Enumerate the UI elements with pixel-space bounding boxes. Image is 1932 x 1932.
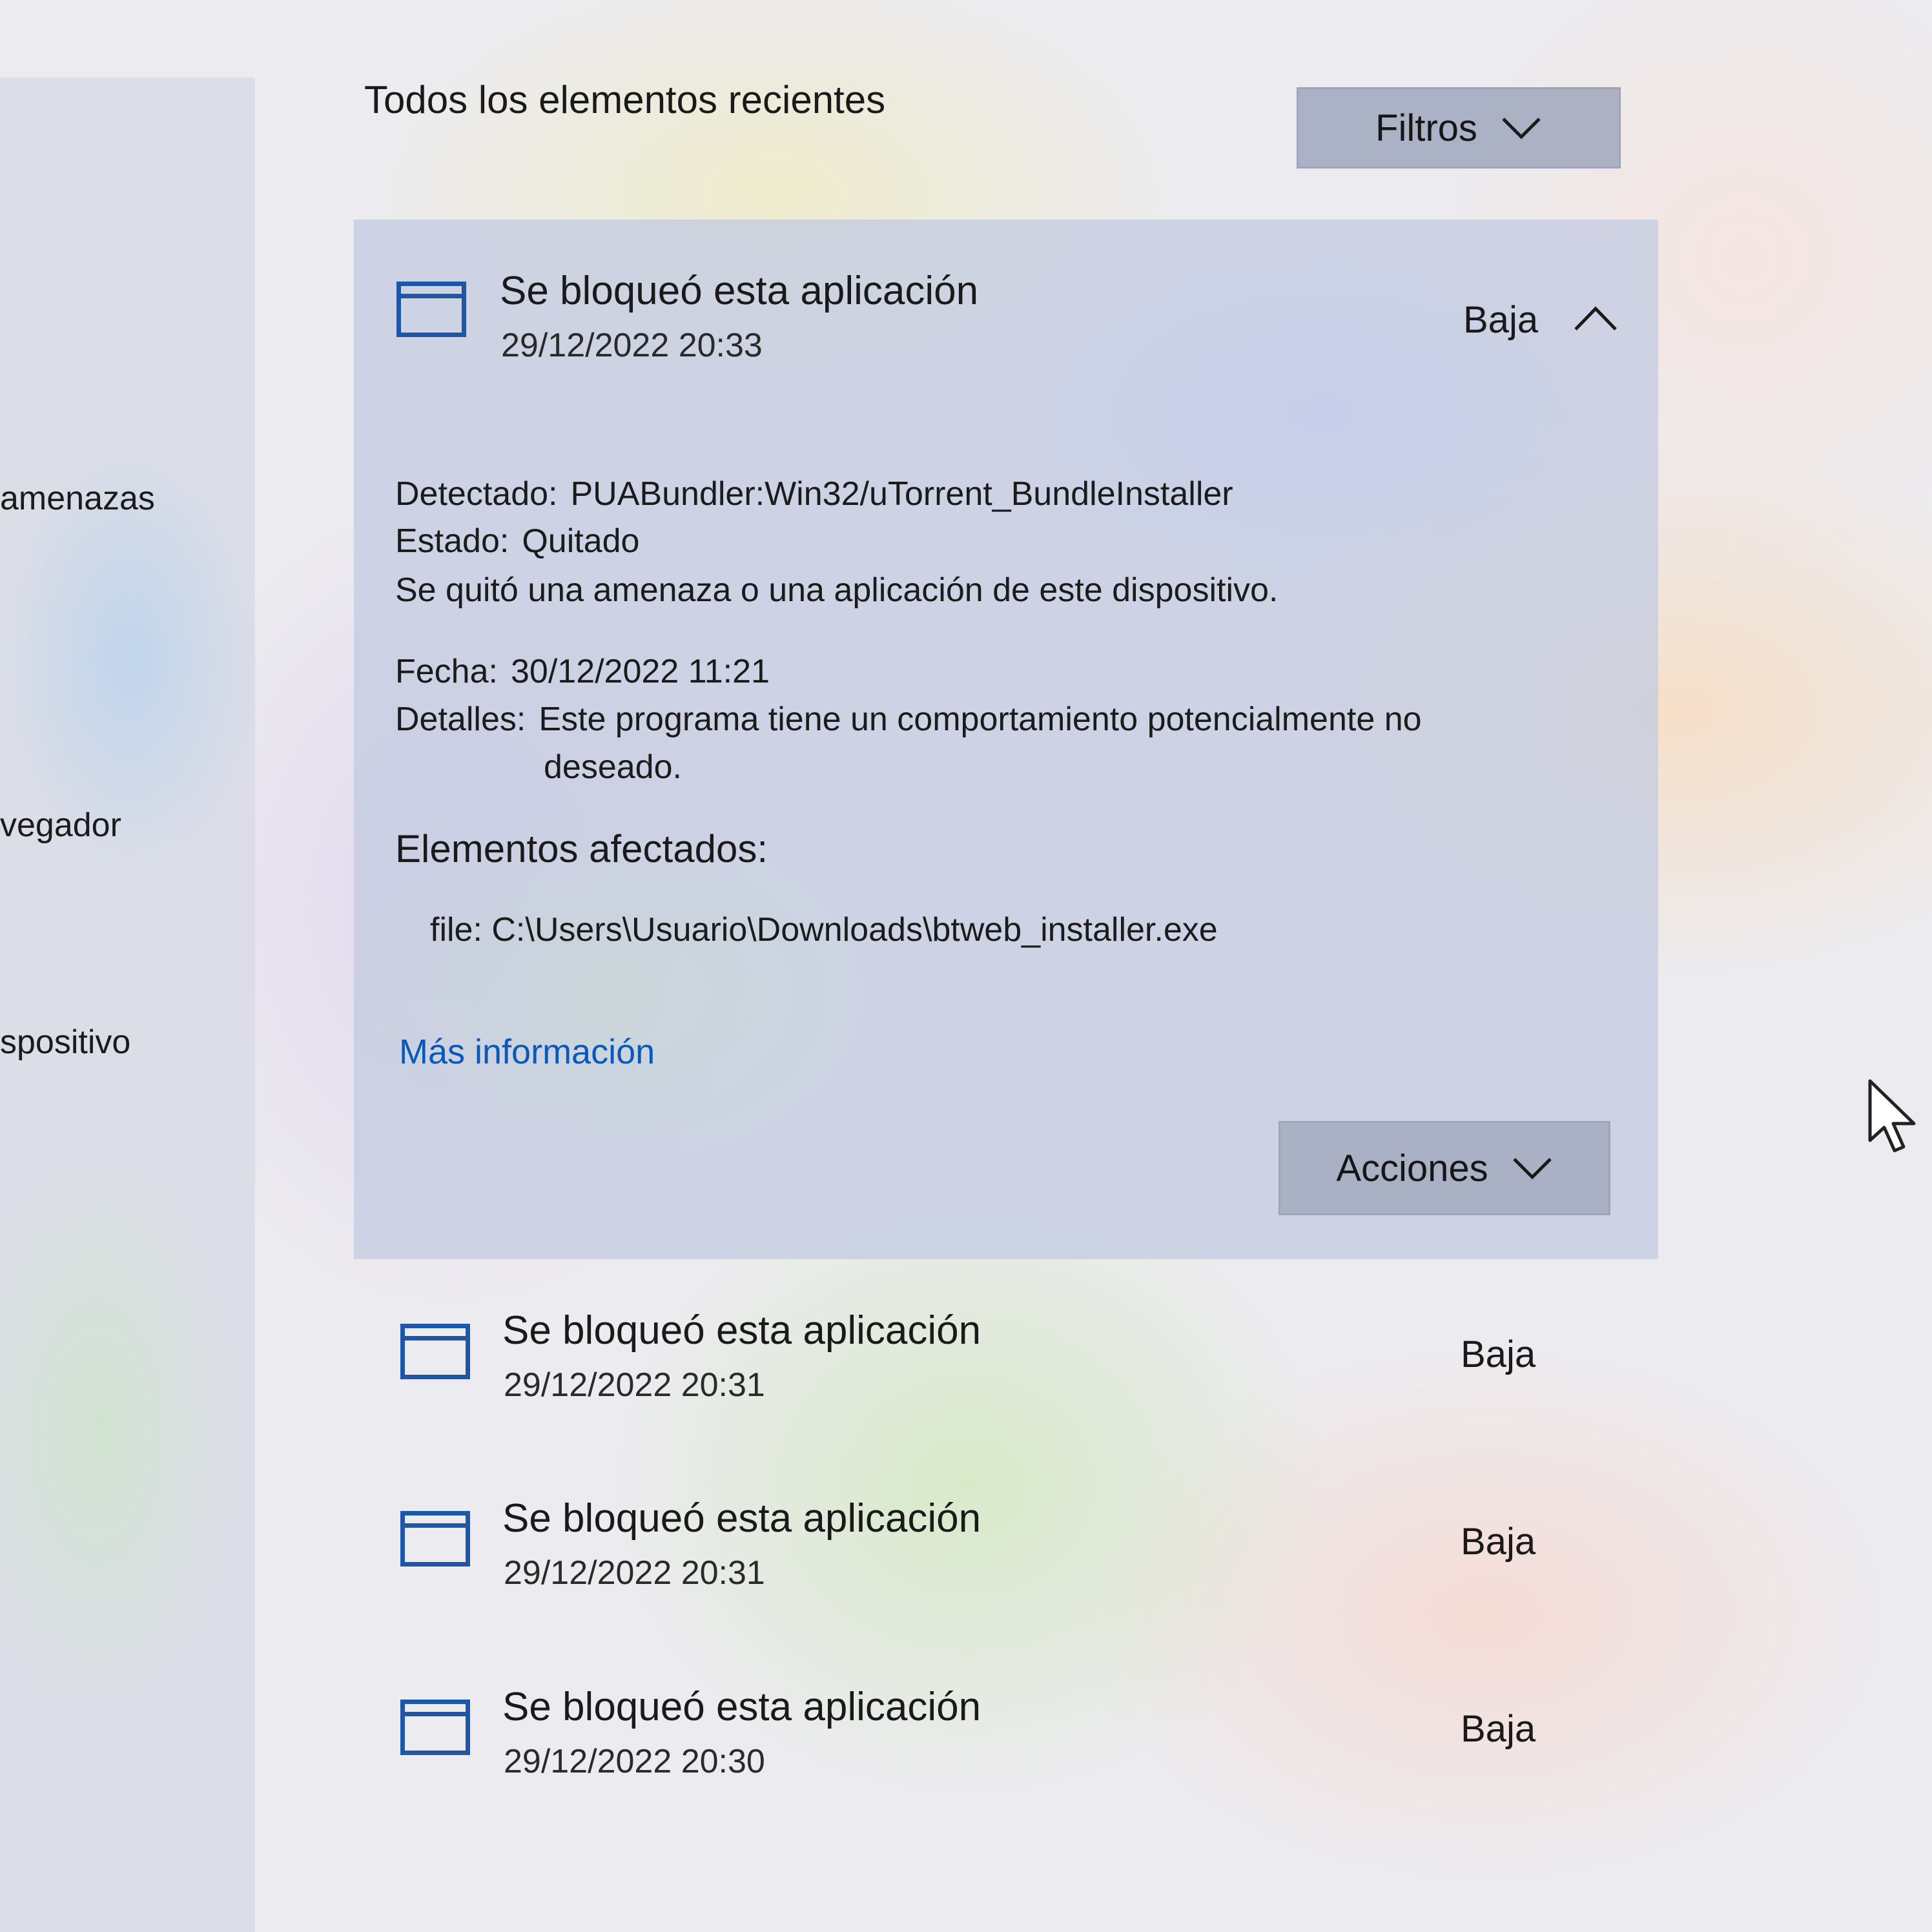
mouse-pointer-icon: [1868, 1079, 1916, 1153]
affected-items-title: Elementos afectados:: [395, 827, 768, 870]
date-value: 30/12/2022 11:21: [510, 653, 770, 690]
list-item-severity: Baja: [1461, 1521, 1536, 1563]
app-window-icon: [400, 1700, 470, 1755]
details-label: Detalles:: [395, 701, 526, 738]
list-item-title: Se bloqueó esta aplicación: [502, 1308, 981, 1353]
status-label: Estado:: [395, 522, 509, 560]
list-item-title: Se bloqueó esta aplicación: [502, 1496, 981, 1541]
list-item-severity: Baja: [1461, 1333, 1536, 1375]
details-row: Detalles: Este programa tiene un comporta…: [395, 700, 1422, 739]
page-title: Todos los elementos recientes: [364, 78, 886, 121]
list-item-severity: Baja: [1461, 1708, 1536, 1750]
expanded-item-date: 29/12/2022 20:33: [501, 327, 763, 364]
expanded-item-severity: Baja: [1463, 299, 1539, 341]
list-item-date: 29/12/2022 20:31: [504, 1554, 765, 1592]
filters-button[interactable]: Filtros: [1297, 87, 1621, 169]
chevron-up-icon[interactable]: [1573, 305, 1618, 333]
app-window-icon: [396, 282, 466, 337]
app-window-icon: [400, 1511, 470, 1567]
app-window-icon: [400, 1324, 470, 1379]
detected-row: Detectado: PUABundler:Win32/uTorrent_Bund…: [395, 475, 1233, 513]
expanded-item-title[interactable]: Se bloqueó esta aplicación: [500, 268, 978, 314]
details-value-continued: deseado.: [544, 748, 682, 786]
date-row: Fecha: 30/12/2022 11:21: [395, 652, 770, 691]
left-navigation: amenazas vegador spositivo: [0, 77, 255, 1932]
list-item-date: 29/12/2022 20:30: [504, 1743, 765, 1780]
affected-file-path: file: C:\Users\Usuario\Downloads\btweb_i…: [430, 911, 1218, 949]
status-description: Se quitó una amenaza o una aplicación de…: [395, 571, 1279, 609]
date-label: Fecha:: [395, 653, 498, 690]
filters-button-label: Filtros: [1375, 107, 1477, 149]
actions-button[interactable]: Acciones: [1279, 1121, 1610, 1215]
chevron-down-icon: [1502, 118, 1541, 139]
actions-button-label: Acciones: [1336, 1147, 1488, 1189]
list-item-date: 29/12/2022 20:31: [504, 1366, 765, 1404]
nav-item-amenazas[interactable]: amenazas: [0, 479, 155, 518]
status-row: Estado: Quitado: [395, 522, 639, 560]
nav-item-navegador[interactable]: vegador: [0, 806, 121, 845]
detected-label: Detectado:: [395, 475, 558, 513]
expanded-history-item: [354, 220, 1658, 1259]
chevron-down-icon: [1512, 1158, 1552, 1180]
list-item-title: Se bloqueó esta aplicación: [502, 1685, 981, 1729]
detected-value: PUABundler:Win32/uTorrent_BundleInstalle…: [570, 475, 1233, 513]
nav-item-dispositivo[interactable]: spositivo: [0, 1023, 130, 1062]
more-info-link[interactable]: Más información: [399, 1032, 655, 1072]
details-value: Este programa tiene un comportamiento po…: [539, 701, 1422, 738]
status-value: Quitado: [522, 522, 640, 560]
